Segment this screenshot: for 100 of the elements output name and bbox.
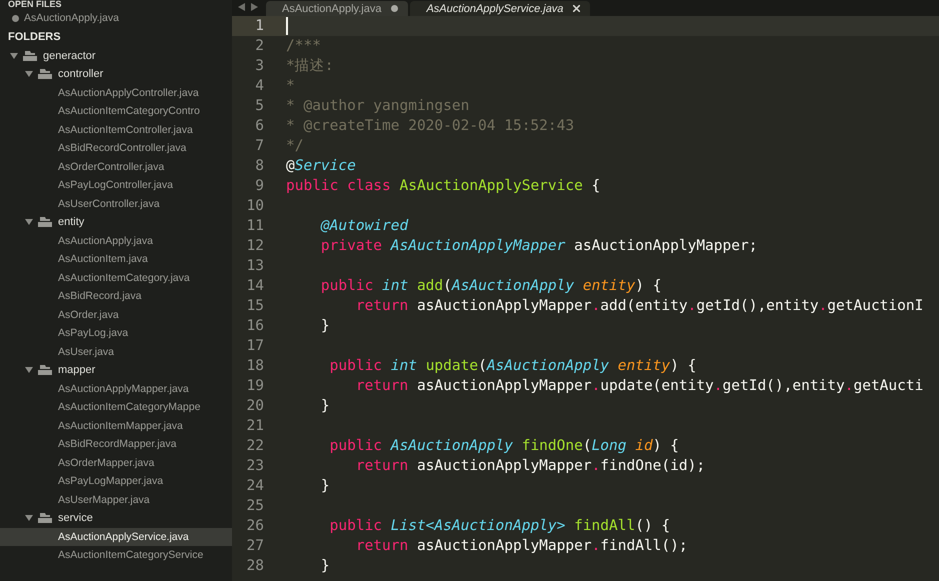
line-number: 16 <box>246 317 265 336</box>
folder-name: mapper <box>58 364 96 376</box>
folders-header: FOLDERS <box>7 30 62 44</box>
code-line: * <box>286 77 295 96</box>
open-file-row[interactable]: AsAuctionApply.java <box>0 9 232 28</box>
code-line: return asAuctionApplyMapper.update(entity.getId(),entity.getAucti <box>354 377 924 396</box>
file-row[interactable]: AsOrderMapper.java <box>0 454 232 472</box>
folder-row[interactable]: generactor <box>0 46 232 65</box>
file-row[interactable]: AsAuctionApplyController.java <box>0 84 232 102</box>
file-row[interactable]: AsBidRecordMapper.java <box>0 435 232 454</box>
code-line: } <box>320 477 330 496</box>
file-name: AsAuctionApplyService.java <box>58 530 189 543</box>
folder-icon <box>38 513 52 524</box>
code-line: } <box>320 317 330 336</box>
expanded-triangle-icon[interactable] <box>25 218 33 226</box>
file-row[interactable]: AsOrder.java <box>0 306 232 324</box>
code-line: } <box>320 397 330 416</box>
file-row[interactable]: AsOrderController.java <box>0 158 232 176</box>
tab[interactable]: AsAuctionApplyService.java <box>410 1 590 16</box>
file-row[interactable]: AsAuctionApplyMapper.java <box>0 380 232 398</box>
file-name: AsUser.java <box>58 346 114 358</box>
code-line: return asAuctionApplyMapper.findAll(); <box>354 537 688 556</box>
right-arrow-icon[interactable] <box>251 2 258 10</box>
line-number: 12 <box>246 237 265 256</box>
file-name: AsAuctionItem.java <box>58 253 148 266</box>
folder-icon <box>23 50 37 61</box>
circle-icon <box>12 14 19 22</box>
file-row[interactable]: AsUserController.java <box>0 194 232 213</box>
file-name: AsAuctionItemCategoryMappe <box>58 401 200 414</box>
file-row[interactable]: AsAuctionApplyService.java <box>0 528 232 546</box>
expanded-triangle-icon[interactable] <box>25 366 33 374</box>
folder-row[interactable]: controller <box>0 65 232 84</box>
file-name: AsBidRecordController.java <box>58 142 186 154</box>
folder-row[interactable]: mapper <box>0 361 232 380</box>
code-line: /*** <box>286 37 321 56</box>
file-row[interactable]: AsUserMapper.java <box>0 490 232 509</box>
file-name: AsBidRecord.java <box>58 290 142 302</box>
file-row[interactable]: AsAuctionItemMapper.java <box>0 416 232 435</box>
open-file-name: AsAuctionApply.java <box>24 12 119 24</box>
file-row[interactable]: AsBidRecordController.java <box>0 139 232 158</box>
tab[interactable]: AsAuctionApply.java <box>266 1 408 16</box>
code-line: public class AsAuctionApplyService { <box>286 177 600 196</box>
line-number: 23 <box>246 457 265 476</box>
file-row[interactable]: AsPayLogMapper.java <box>0 472 232 490</box>
code-line: private AsAuctionApplyMapper asAuctionApplyMapper; <box>320 237 758 256</box>
code-line: } <box>320 557 330 576</box>
folder-icon <box>38 69 52 80</box>
line-number: 26 <box>246 517 265 536</box>
file-row[interactable]: AsAuctionItemCategoryService <box>0 546 232 564</box>
file-row[interactable]: AsUser.java <box>0 342 232 361</box>
line-number: 25 <box>246 497 265 516</box>
code-line: return asAuctionApplyMapper.findOne(id); <box>354 457 706 476</box>
file-row[interactable]: AsAuctionItem.java <box>0 250 232 268</box>
line-number: 19 <box>246 377 265 396</box>
file-name: AsOrder.java <box>58 308 119 321</box>
file-name: AsAuctionItemCategory.java <box>58 272 190 284</box>
code-line: return asAuctionApplyMapper.add(entity.getId(),entity.getAuctionI <box>354 297 924 316</box>
file-name: AsOrderMapper.java <box>58 456 154 469</box>
file-row[interactable]: AsPayLog.java <box>0 324 232 342</box>
line-number: 5 <box>254 97 265 116</box>
file-row[interactable]: AsPayLogController.java <box>0 176 232 194</box>
file-row[interactable]: AsAuctionItemCategoryMappe <box>0 398 232 416</box>
line-number: 10 <box>246 197 265 216</box>
code-line: public int update(AsAuctionApply entity) { <box>328 357 696 376</box>
file-row[interactable]: AsAuctionItemCategoryContro <box>0 102 232 120</box>
line-number: 6 <box>254 117 265 136</box>
code-line: public List<AsAuctionApply> findAll() { <box>328 517 670 536</box>
line-number: 8 <box>254 157 265 176</box>
line-number: 4 <box>254 77 265 96</box>
file-name: AsBidRecordMapper.java <box>58 438 176 450</box>
file-name: AsAuctionItemMapper.java <box>58 420 183 432</box>
folder-row[interactable]: service <box>0 509 232 528</box>
file-row[interactable]: AsAuctionApply.java <box>0 232 232 250</box>
file-name: AsUserMapper.java <box>58 494 150 506</box>
line-number: 15 <box>246 297 265 316</box>
file-name: AsOrderController.java <box>58 160 164 173</box>
code-line: public int add(AsAuctionApply entity) { <box>320 277 662 296</box>
folder-name: entity <box>58 216 84 228</box>
left-arrow-icon[interactable] <box>238 2 245 10</box>
line-number: 22 <box>246 437 265 456</box>
line-number: 28 <box>246 557 265 576</box>
expanded-triangle-icon[interactable] <box>25 514 33 522</box>
folder-icon <box>38 365 52 376</box>
file-name: AsUserController.java <box>58 198 160 210</box>
folder-row[interactable]: entity <box>0 213 232 232</box>
unsaved-dot-icon <box>391 5 398 12</box>
line-number: 18 <box>246 357 265 376</box>
close-icon[interactable] <box>573 5 580 12</box>
file-name: AsAuctionApplyMapper.java <box>58 382 189 395</box>
file-row[interactable]: AsBidRecord.java <box>0 287 232 306</box>
expanded-triangle-icon[interactable] <box>10 52 18 60</box>
line-number: 13 <box>246 257 265 276</box>
file-row[interactable]: AsAuctionItemController.java <box>0 120 232 139</box>
file-name: AsAuctionApplyController.java <box>58 86 199 99</box>
expanded-triangle-icon[interactable] <box>25 70 33 78</box>
file-row[interactable]: AsAuctionItemCategory.java <box>0 268 232 287</box>
line-number: 14 <box>246 277 265 296</box>
folder-name: service <box>58 512 93 524</box>
folder-name: generactor <box>43 50 96 62</box>
code-line: * @author yangmingsen <box>286 97 470 116</box>
